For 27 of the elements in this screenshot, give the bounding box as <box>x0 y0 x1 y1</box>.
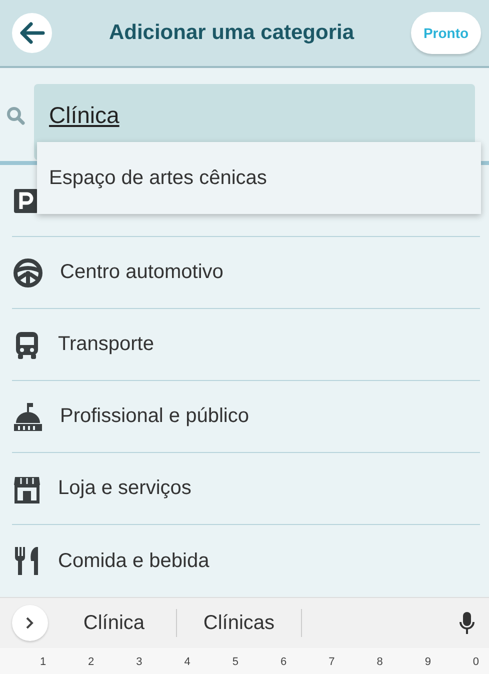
number-key[interactable]: 4 <box>180 656 194 674</box>
government-building-icon <box>12 400 44 432</box>
back-arrow-icon <box>19 22 45 44</box>
number-key[interactable]: 5 <box>228 656 242 674</box>
number-key[interactable]: 9 <box>420 656 435 674</box>
word-suggestion[interactable]: Clínica <box>52 612 176 634</box>
search-icon <box>6 106 26 126</box>
category-label[interactable]: Profissional e público <box>60 405 249 428</box>
steering-wheel-icon <box>12 256 44 288</box>
category-label[interactable]: Centro automotivo <box>60 261 224 284</box>
parking-icon <box>12 186 40 214</box>
word-suggestion[interactable]: Clínicas <box>177 612 301 634</box>
chevron-right-icon <box>25 616 35 630</box>
category-label[interactable]: Loja e serviços <box>58 477 192 500</box>
number-key[interactable]: 0 <box>468 656 483 674</box>
number-key[interactable]: 6 <box>276 656 291 674</box>
category-label[interactable]: Comida e bebida <box>58 550 210 572</box>
microphone-icon[interactable] <box>459 611 475 635</box>
page-title: Adicionar uma categoria <box>108 21 356 45</box>
number-key[interactable]: 1 <box>36 656 50 674</box>
category-label[interactable]: Transporte <box>58 333 154 356</box>
back-button[interactable] <box>12 13 52 53</box>
suggestion-item[interactable]: Espaço de artes cênicas <box>37 142 481 214</box>
number-key[interactable]: 2 <box>84 656 98 674</box>
number-key[interactable]: 8 <box>372 656 387 674</box>
number-key[interactable]: 7 <box>324 656 339 674</box>
number-key[interactable]: 3 <box>132 656 146 674</box>
